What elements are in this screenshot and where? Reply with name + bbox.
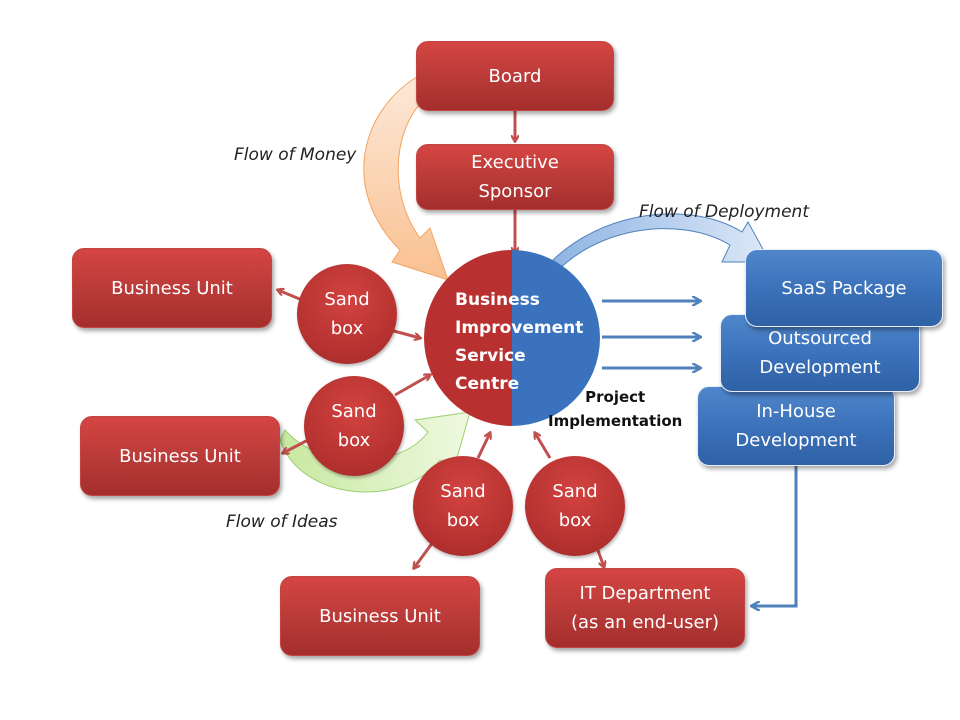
- inhouse-label-line1: In-House: [756, 401, 836, 422]
- business-unit-label: Business Unit: [111, 277, 233, 299]
- executive-sponsor-label-line1: Executive: [471, 152, 559, 173]
- sandbox-label-line1: Sand: [552, 481, 598, 502]
- connector-sandbox3-bu3: [414, 541, 435, 568]
- outsourced-label-line2: Development: [759, 357, 881, 378]
- sandbox-label-line1: Sand: [331, 401, 377, 422]
- business-unit-label: Business Unit: [319, 605, 441, 627]
- inhouse-development-node[interactable]: In-House Development: [697, 386, 895, 466]
- hub-label-line3: Service: [455, 346, 526, 366]
- it-department-label-line2: (as an end-user): [571, 612, 719, 633]
- project-implementation-line1: Project: [585, 388, 646, 406]
- business-unit-node-1[interactable]: Business Unit: [72, 248, 272, 328]
- sandbox-node-1[interactable]: Sand box: [297, 264, 397, 364]
- connector-sandbox2-hub: [394, 375, 430, 397]
- it-department-label-line1: IT Department: [579, 583, 711, 604]
- flow-of-money-label: Flow of Money: [234, 145, 357, 165]
- hub-label-line1: Business: [455, 290, 540, 310]
- flow-of-deployment-label: Flow of Deployment: [639, 202, 809, 222]
- sandbox-label-line1: Sand: [324, 289, 370, 310]
- sandbox-label-line2: box: [446, 510, 480, 531]
- board-node[interactable]: Board: [416, 41, 614, 111]
- business-unit-node-2[interactable]: Business Unit: [80, 416, 280, 496]
- hub-label-line2: Improvement: [455, 318, 584, 338]
- executive-sponsor-node[interactable]: Executive Sponsor: [416, 144, 614, 210]
- saas-package-node[interactable]: SaaS Package: [745, 249, 943, 327]
- connector-sandbox3-hub: [476, 433, 490, 459]
- inhouse-label-line2: Development: [735, 430, 857, 451]
- sandbox-label-line2: box: [330, 318, 364, 339]
- project-implementation-label: Project Implementation: [548, 385, 682, 433]
- sandbox-label-line2: box: [558, 510, 592, 531]
- connector-sandbox4-hub: [535, 433, 552, 459]
- connector-sandbox1-hub: [389, 328, 420, 338]
- saas-package-label: SaaS Package: [781, 277, 907, 299]
- hub-label: Business Improvement Service Centre: [455, 286, 583, 398]
- outsourced-label-line1: Outsourced: [768, 328, 872, 349]
- board-label: Board: [488, 65, 542, 87]
- sandbox-label-line1: Sand: [440, 481, 486, 502]
- flow-of-deployment-arrow: [544, 213, 771, 286]
- executive-sponsor-label-line2: Sponsor: [478, 181, 552, 202]
- sandbox-node-3[interactable]: Sand box: [413, 456, 513, 556]
- it-department-node[interactable]: IT Department (as an end-user): [545, 568, 745, 648]
- flow-of-ideas-label: Flow of Ideas: [226, 512, 338, 532]
- business-unit-node-3[interactable]: Business Unit: [280, 576, 480, 656]
- sandbox-node-2[interactable]: Sand box: [304, 376, 404, 476]
- connector-inhouse-it: [752, 465, 798, 606]
- project-implementation-line2: Implementation: [548, 412, 683, 430]
- business-unit-label: Business Unit: [119, 445, 241, 467]
- sandbox-node-4[interactable]: Sand box: [525, 456, 625, 556]
- sandbox-label-line2: box: [337, 430, 371, 451]
